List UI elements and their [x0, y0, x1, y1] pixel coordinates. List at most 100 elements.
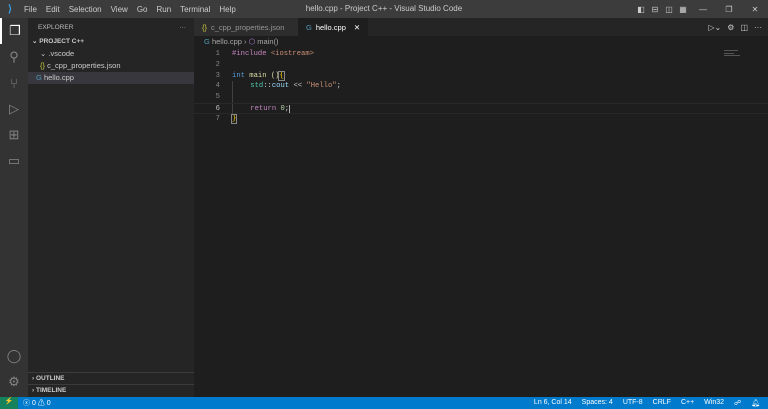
token: main	[249, 71, 271, 80]
explorer-title: EXPLORER	[38, 23, 74, 31]
line-number: 2	[215, 60, 220, 69]
language-mode[interactable]: C++	[681, 399, 694, 407]
line-number: 5	[215, 93, 220, 102]
gear-icon[interactable]: ⚙	[0, 369, 28, 395]
more-actions-icon[interactable]: ···	[754, 23, 762, 32]
restore-button[interactable]: ❐	[717, 5, 741, 14]
project-folder[interactable]: ⌄ PROJECT C++	[28, 36, 194, 48]
notifications-bell-icon[interactable]: 🔔︎	[751, 399, 760, 407]
indentation[interactable]: Spaces: 4	[582, 399, 613, 407]
line-number: 7	[215, 114, 220, 123]
breadcrumb: G hello.cpp › ⬡ main()	[204, 37, 279, 46]
line-ending[interactable]: CRLF	[653, 399, 671, 407]
tab-c-cpp-properties[interactable]: {} c_cpp_properties.json	[194, 18, 298, 36]
menu-bar: File Edit Selection View Go Run Terminal Help	[20, 5, 241, 14]
timeline-label: TIMELINE	[35, 387, 67, 394]
cursor-position[interactable]: Ln 6, Col 14	[534, 399, 572, 407]
vscode-logo-icon: ⟩	[8, 3, 12, 15]
cpp-icon: G	[204, 37, 210, 46]
minimap[interactable]	[724, 49, 754, 59]
token: "Hello"	[306, 82, 337, 91]
close-window-button[interactable]: ✕	[743, 5, 767, 14]
file-c-cpp-properties[interactable]: {} c_cpp_properties.json	[28, 60, 194, 72]
folder-vscode[interactable]: ⌄ .vscode	[28, 48, 194, 60]
line-number: 1	[215, 50, 220, 58]
problems-indicator[interactable]: ⓧ 0 ⚠ 0	[23, 398, 51, 408]
file-label: hello.cpp	[43, 73, 74, 82]
title-bar: ⟩ File Edit Selection View Go Run Terminal Help…	[0, 0, 768, 18]
token: <<	[289, 82, 307, 91]
token: int	[232, 71, 250, 80]
cpp-configuration[interactable]: Win32	[704, 399, 724, 407]
feedback-icon[interactable]: ☍	[734, 399, 741, 407]
tab-hello-cpp[interactable]: Ghello.cpp ✕	[298, 18, 368, 36]
project-label: PROJECT C++	[39, 38, 85, 45]
run-debug-icon[interactable]: ▷	[0, 96, 28, 122]
customize-layout-icon[interactable]: ▦	[677, 5, 689, 14]
toggle-sidebar-icon[interactable]: ◧	[635, 5, 647, 14]
token: ;	[336, 82, 341, 91]
method-icon: ⬡	[248, 37, 256, 46]
tab-label: hello.cpp	[315, 22, 346, 32]
menu-help[interactable]: Help	[219, 5, 235, 14]
menu-view[interactable]: View	[111, 5, 128, 14]
breadcrumb-symbol[interactable]: main()	[257, 37, 278, 46]
toggle-panel-icon[interactable]: ⊟	[649, 5, 661, 14]
token: std	[250, 82, 264, 91]
status-bar: ⚡ ⓧ 0 ⚠ 0 Ln 6, Col 14 Spaces: 4 UTF-8 C…	[0, 397, 768, 409]
encoding[interactable]: UTF-8	[623, 399, 643, 407]
close-tab-icon[interactable]: ✕	[354, 23, 360, 32]
code-line: 3 int main (){	[194, 70, 768, 82]
split-editor-icon[interactable]: ◫	[740, 23, 748, 32]
menu-run[interactable]: Run	[156, 5, 171, 14]
remote-explorer-icon[interactable]: ▭	[0, 148, 28, 174]
explorer-sidebar: EXPLORER ··· ⌄ PROJECT C++ ⌄ .vscode {} c…	[28, 18, 194, 397]
run-file-icon[interactable]: ▷⌄	[708, 23, 721, 32]
code-line: 4 std::cout << "Hello";	[194, 81, 768, 93]
token: {	[278, 70, 285, 81]
token: #include	[232, 50, 271, 58]
source-control-icon[interactable]: ⑂	[0, 70, 28, 96]
menu-terminal[interactable]: Terminal	[180, 5, 210, 14]
menu-selection[interactable]: Selection	[69, 5, 102, 14]
remote-icon[interactable]: ⚡	[0, 397, 18, 409]
activity-bar: ❐ ⚲ ⑂ ▷ ⊞ ▭ ◯ ⚙	[0, 18, 28, 397]
tab-label: c_cpp_properties.json	[211, 22, 285, 32]
text-cursor	[289, 104, 291, 113]
code-line: 2	[194, 60, 768, 71]
code-line: 7}	[194, 113, 768, 125]
menu-edit[interactable]: Edit	[46, 5, 60, 14]
toggle-secondary-sidebar-icon[interactable]: ◫	[663, 5, 675, 14]
menu-go[interactable]: Go	[137, 5, 148, 14]
timeline-section[interactable]: › TIMELINE	[28, 384, 194, 396]
folder-label: .vscode	[48, 49, 75, 58]
token: <iostream>	[270, 50, 314, 58]
account-icon[interactable]: ◯	[0, 343, 28, 369]
line-number: 4	[215, 82, 220, 91]
code-line-current: 6 return 0;	[194, 102, 768, 115]
minimize-button[interactable]: —	[691, 5, 715, 14]
code-editor[interactable]: 1 #include <iostream> 2 3 int main (){ 4 s…	[194, 49, 768, 125]
file-label: c_cpp_properties.json	[47, 61, 121, 70]
line-number: 3	[215, 71, 220, 80]
token: }	[230, 113, 238, 124]
json-icon: {}	[202, 22, 208, 32]
editor-tabs: {} c_cpp_properties.json Ghello.cpp ✕	[194, 18, 768, 36]
token: return	[250, 104, 281, 113]
warning-count: 0	[46, 400, 51, 407]
settings-icon[interactable]: ⚙	[727, 23, 734, 32]
breadcrumb-file[interactable]: hello.cpp	[212, 37, 242, 46]
files-icon[interactable]: ❐	[0, 18, 28, 44]
outline-label: OUTLINE	[35, 375, 65, 382]
error-count: 0	[31, 400, 36, 407]
file-hello-cpp[interactable]: G hello.cpp	[28, 72, 194, 84]
code-line: 5	[194, 92, 768, 103]
outline-section[interactable]: › OUTLINE	[28, 372, 194, 384]
more-actions-icon[interactable]: ···	[180, 24, 187, 31]
extensions-icon[interactable]: ⊞	[0, 122, 28, 148]
menu-file[interactable]: File	[24, 5, 37, 14]
search-icon[interactable]: ⚲	[0, 44, 28, 70]
json-icon: {}	[40, 61, 46, 70]
